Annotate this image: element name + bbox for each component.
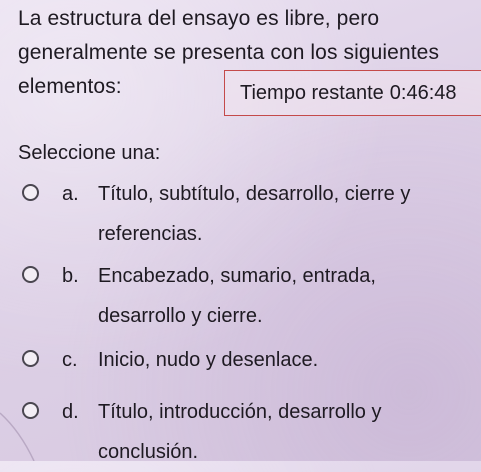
option-text-d[interactable]: Título, introducción, desarrollo y concl…: [98, 392, 468, 472]
radio-button-a[interactable]: [22, 184, 39, 201]
option-text-b[interactable]: Encabezado, sumario, entrada, desarrollo…: [98, 256, 468, 336]
radio-button-d[interactable]: [22, 402, 39, 419]
radio-button-c[interactable]: [22, 350, 39, 367]
option-letter-a: a.: [62, 183, 79, 205]
radio-button-b[interactable]: [22, 266, 39, 283]
option-letter-d: d.: [62, 401, 79, 423]
option-letter-c: c.: [62, 349, 78, 371]
timer-label: Tiempo restante: [240, 81, 384, 104]
option-text-c[interactable]: Inicio, nudo y desenlace.: [98, 340, 468, 380]
option-letter-b: b.: [62, 265, 79, 287]
option-text-a[interactable]: Título, subtítulo, desarrollo, cierre y …: [98, 174, 468, 254]
timer-box: Tiempo restante 0:46:48: [224, 70, 481, 116]
timer-value: 0:46:48: [389, 81, 457, 104]
select-one-label: Seleccione una:: [18, 142, 161, 164]
